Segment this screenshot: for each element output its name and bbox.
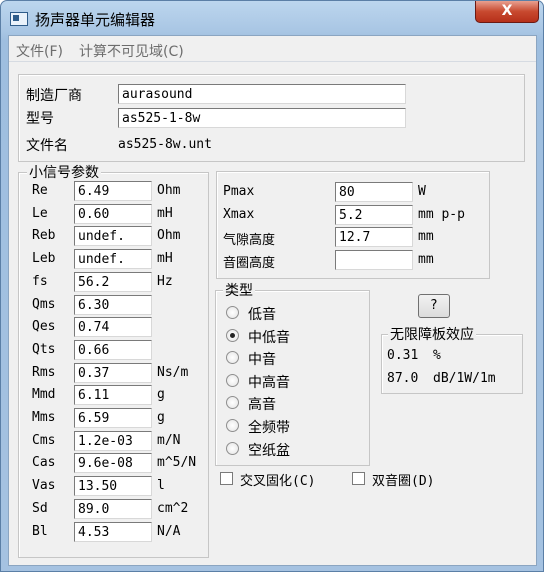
param-field-re[interactable]: 6.49	[74, 181, 152, 201]
client-area: 文件(F) 计算不可见域(C) 制造厂商 aurasound 型号 as525-…	[8, 35, 537, 566]
type-title: 类型	[223, 280, 255, 300]
type-label-full-range: 全频带	[248, 420, 290, 436]
type-label-mid-woofer: 中低音	[248, 329, 290, 346]
type-label-tweeter: 高音	[248, 397, 276, 414]
param-field-rms[interactable]: 0.37	[74, 362, 152, 383]
model-field[interactable]: as525-1-8w	[118, 108, 406, 128]
param-unit-bl: N/A	[157, 523, 181, 539]
param-unit-cas: m^5/N	[157, 455, 197, 471]
param-label-leb: Leb	[32, 251, 56, 267]
param-field-qms[interactable]: 6.30	[74, 294, 152, 315]
type-label-empty-cone: 空纸盆	[248, 442, 290, 459]
param-unit-reb: Ohm	[157, 228, 181, 244]
menu-calc-invisible[interactable]: 计算不可见域(C)	[79, 41, 184, 61]
type-radio-empty-cone[interactable]	[226, 441, 239, 455]
type-radio-woofer[interactable]	[226, 306, 239, 319]
editor-window: 扬声器单元编辑器 X 文件(F) 计算不可见域(C) 制造厂商 aurasoun…	[0, 0, 544, 572]
window-title: 扬声器单元编辑器	[35, 11, 156, 29]
param-label-qts: Qts	[32, 341, 56, 357]
type-label-upper-mid: 中高音	[248, 374, 290, 391]
param-label-vas: Vas	[32, 478, 56, 494]
param-unit-mmd: g	[157, 387, 165, 403]
param-label-mmd: Mmd	[32, 387, 56, 403]
model-label: 型号	[26, 111, 54, 127]
power-unit-coil-height: mm	[418, 251, 434, 267]
param-label-bl: Bl	[32, 523, 48, 539]
power-label-pmax: Pmax	[223, 184, 255, 199]
param-field-bl[interactable]: 4.53	[74, 521, 152, 542]
power-unit-gap-height: mm	[418, 229, 434, 244]
power-field-coil-height[interactable]	[335, 249, 413, 270]
param-label-le: Le	[32, 205, 48, 221]
type-label-midrange: 中音	[248, 352, 276, 369]
baffle-spl-unit: dB/1W/1m	[433, 371, 496, 386]
baffle-efficiency-value: 0.31	[387, 348, 419, 363]
param-label-reb: Reb	[32, 228, 56, 244]
param-field-mms[interactable]: 6.59	[74, 408, 152, 428]
param-label-qes: Qes	[32, 319, 56, 335]
cross-cure-checkbox[interactable]	[220, 472, 233, 485]
param-field-sd[interactable]: 89.0	[74, 498, 152, 519]
param-unit-rms: Ns/m	[157, 364, 189, 380]
param-field-reb[interactable]: undef.	[74, 226, 152, 247]
param-label-rms: Rms	[32, 364, 56, 380]
param-unit-le: mH	[157, 205, 173, 221]
param-label-sd: Sd	[32, 500, 48, 516]
power-unit-xmax: mm p-p	[418, 206, 465, 222]
power-field-pmax[interactable]: 80	[335, 182, 413, 202]
manufacturer-field[interactable]: aurasound	[118, 84, 406, 104]
param-field-le[interactable]: 0.60	[74, 203, 152, 224]
power-field-gap-height[interactable]: 12.7	[335, 227, 413, 247]
param-field-vas[interactable]: 13.50	[74, 476, 152, 497]
param-unit-sd: cm^2	[157, 500, 189, 516]
param-field-qes[interactable]: 0.74	[74, 317, 152, 338]
power-label-coil-height: 音圈高度	[223, 255, 276, 271]
power-unit-pmax: W	[418, 184, 426, 199]
filename-value: as525-8w.unt	[118, 137, 212, 152]
filename-label: 文件名	[26, 138, 68, 154]
dual-coil-label: 双音圈(D)	[372, 474, 435, 489]
menu-file[interactable]: 文件(F)	[16, 41, 63, 61]
param-label-fs: fs	[32, 273, 48, 289]
param-unit-fs: Hz	[157, 273, 173, 289]
power-label-gap-height: 气隙高度	[223, 233, 276, 248]
small-signal-title: 小信号参数	[27, 162, 101, 182]
param-field-leb[interactable]: undef.	[74, 249, 152, 270]
menu-bar: 文件(F) 计算不可见域(C)	[9, 36, 536, 62]
manufacturer-label: 制造厂商	[26, 88, 82, 104]
param-field-cas[interactable]: 9.6e-08	[74, 453, 152, 474]
param-label-cms: Cms	[32, 432, 56, 448]
type-radio-mid-woofer[interactable]	[226, 328, 239, 342]
param-unit-cms: m/N	[157, 432, 181, 448]
param-field-fs[interactable]: 56.2	[74, 271, 152, 292]
param-field-cms[interactable]: 1.2e-03	[74, 430, 152, 451]
cross-cure-label: 交叉固化(C)	[240, 474, 316, 489]
param-unit-leb: mH	[157, 251, 173, 267]
param-field-mmd[interactable]: 6.11	[74, 385, 152, 406]
power-field-xmax[interactable]: 5.2	[335, 204, 413, 225]
type-label-woofer: 低音	[248, 307, 276, 323]
baffle-efficiency-unit: %	[433, 348, 441, 363]
dual-coil-checkbox[interactable]	[352, 472, 365, 485]
close-button[interactable]: X	[475, 1, 539, 23]
param-label-qms: Qms	[32, 296, 56, 312]
baffle-spl-value: 87.0	[387, 371, 419, 386]
help-button[interactable]: ?	[418, 294, 450, 318]
type-radio-full-range[interactable]	[226, 419, 239, 432]
app-icon	[10, 12, 28, 26]
param-field-qts[interactable]: 0.66	[74, 339, 152, 360]
param-label-mms: Mms	[32, 410, 56, 425]
title-bar: 扬声器单元编辑器 X	[1, 1, 543, 33]
baffle-title: 无限障板效应	[388, 324, 476, 344]
param-label-cas: Cas	[32, 455, 56, 471]
param-unit-mms: g	[157, 410, 165, 425]
param-unit-re: Ohm	[157, 183, 181, 198]
param-label-re: Re	[32, 183, 48, 198]
power-label-xmax: Xmax	[223, 206, 255, 222]
param-unit-vas: l	[157, 478, 165, 494]
type-radio-upper-mid[interactable]	[226, 373, 239, 387]
